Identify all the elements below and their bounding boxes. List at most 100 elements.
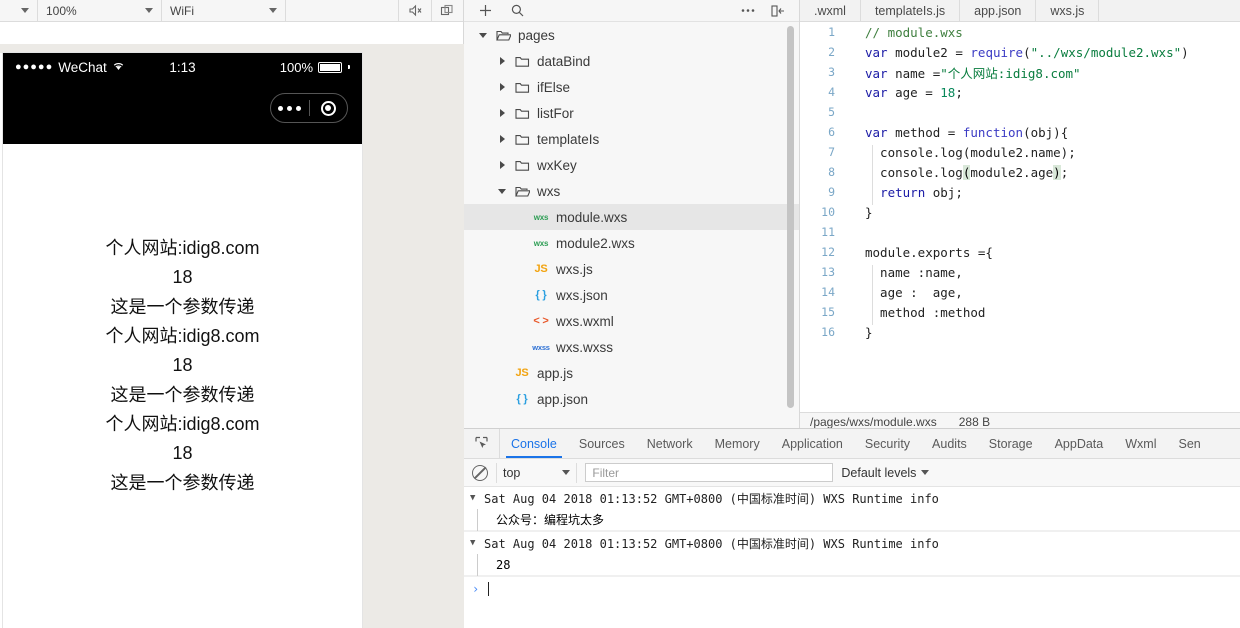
code-text: var name ="个人网站:idig8.com" <box>845 63 1081 82</box>
tree-folder-row[interactable]: listFor <box>464 100 799 126</box>
wxss-file-icon: wxss <box>532 342 550 352</box>
editor-tab[interactable]: wxs.js <box>1036 0 1100 21</box>
devtools-tab[interactable]: Sources <box>568 429 636 458</box>
code-token: } <box>865 204 873 220</box>
ellipsis-icon[interactable] <box>737 1 759 21</box>
prompt-symbol: › <box>472 582 480 596</box>
console-message-text: Sat Aug 04 2018 01:13:52 GMT+0800 (中国标准时… <box>484 491 939 506</box>
tree-node-label: wxs <box>537 183 561 199</box>
tree-toggle[interactable] <box>495 161 509 169</box>
tree-folder-row[interactable]: wxs <box>464 178 799 204</box>
indent-guide <box>872 184 873 205</box>
tree-folder-row[interactable]: pages <box>464 22 799 48</box>
tree-folder-row[interactable]: templateIs <box>464 126 799 152</box>
windows-icon[interactable] <box>431 0 463 22</box>
tree-toggle[interactable] <box>476 32 490 38</box>
console-context-select[interactable]: top <box>496 462 578 483</box>
tree-file-row[interactable]: JS app.js <box>464 360 799 386</box>
tree-file-row[interactable]: wxs module.wxs <box>464 204 799 230</box>
console-output[interactable]: ▼ Sat Aug 04 2018 01:13:52 GMT+0800 (中国标准… <box>464 487 1240 628</box>
tree-node-label: wxs.js <box>556 261 593 277</box>
devtools-tab[interactable]: Storage <box>978 429 1044 458</box>
tree-node-label: ifElse <box>537 79 571 95</box>
tree-file-row[interactable]: wxss wxs.wxss <box>464 334 799 360</box>
inspect-element-icon[interactable] <box>464 429 500 458</box>
console-message-body: 28 <box>464 553 1240 576</box>
tree-folder-row[interactable]: dataBind <box>464 48 799 74</box>
target-circle-icon[interactable] <box>310 100 348 116</box>
console-message-header[interactable]: ▼ Sat Aug 04 2018 01:13:52 GMT+0800 (中国标准… <box>464 487 1240 509</box>
code-token: var <box>865 44 896 60</box>
console-filter-input[interactable]: Filter <box>585 463 834 482</box>
editor-tab[interactable]: app.json <box>960 0 1037 21</box>
code-text: method :method <box>845 304 985 325</box>
device-select[interactable] <box>0 0 38 22</box>
code-line: 12 module.exports ={ <box>800 242 1240 262</box>
wxs-file-icon: wxs <box>533 212 549 222</box>
code-text: } <box>845 325 873 340</box>
console-group-bar <box>477 553 478 576</box>
code-line: 2 var module2 = require("../wxs/module2.w… <box>800 42 1240 62</box>
line-number: 3 <box>828 65 835 79</box>
devtools-tab[interactable]: Console <box>500 429 568 458</box>
plus-icon[interactable] <box>474 1 496 21</box>
wechat-capsule[interactable] <box>270 93 348 123</box>
battery-tip <box>348 65 350 69</box>
code-text: age : age, <box>845 284 963 305</box>
tree-file-row[interactable]: < > wxs.wxml <box>464 308 799 334</box>
devtools-tab-bar: Console Sources Network Memory Application Se… <box>464 429 1240 459</box>
folder-icon <box>509 107 535 120</box>
editor-tab[interactable]: .wxml <box>800 0 861 21</box>
tree-folder-row[interactable]: wxKey <box>464 152 799 178</box>
devtools-tab[interactable]: Audits <box>921 429 978 458</box>
console-levels-select[interactable]: Default levels <box>841 465 930 480</box>
console-levels-value: Default levels <box>841 465 917 480</box>
code-token: module2 <box>895 44 956 60</box>
console-message-header[interactable]: ▼ Sat Aug 04 2018 01:13:52 GMT+0800 (中国标准… <box>464 532 1240 554</box>
tree-toggle[interactable] <box>495 135 509 143</box>
simulator-toolbar: 100% WiFi <box>0 0 463 22</box>
code-token: "../wxs/module2.wxs" <box>1030 44 1182 60</box>
simulator-backdrop-right <box>362 53 464 628</box>
tree-file-row[interactable]: wxs module2.wxs <box>464 230 799 256</box>
disclosure-triangle-icon[interactable]: ▼ <box>470 538 484 548</box>
disclosure-triangle-icon[interactable]: ▼ <box>470 493 484 503</box>
tree-node-label: app.js <box>537 365 574 381</box>
tree-folder-row[interactable]: ifElse <box>464 74 799 100</box>
tree-toggle[interactable] <box>495 83 509 91</box>
file-tree-scrollbar[interactable] <box>787 26 794 408</box>
tree-node-label: wxs.wxml <box>556 313 614 329</box>
speaker-mute-icon[interactable] <box>399 0 431 22</box>
more-dots-icon[interactable] <box>271 105 309 111</box>
devtools-tab[interactable]: Security <box>854 429 921 458</box>
editor-tab[interactable]: templateIs.js <box>860 0 961 21</box>
chevron-right-icon <box>499 83 505 91</box>
tree-file-row[interactable]: { } app.json <box>464 386 799 412</box>
line-number: 15 <box>821 305 835 319</box>
code-editor[interactable]: 1 // module.wxs 2 var module2 = require("..… <box>800 22 1240 412</box>
tree-file-row[interactable]: JS wxs.js <box>464 256 799 282</box>
devtools-tab[interactable]: Sen <box>1167 429 1211 458</box>
tree-toggle[interactable] <box>495 188 509 194</box>
console-body-text: 公众号：编程坑太多 <box>496 513 605 527</box>
tree-toggle[interactable] <box>495 57 509 65</box>
clear-console-icon[interactable] <box>472 464 488 481</box>
tree-file-row[interactable]: { } wxs.json <box>464 282 799 308</box>
collapse-panel-icon[interactable] <box>767 1 789 21</box>
tree-toggle[interactable] <box>495 109 509 117</box>
console-input-prompt[interactable]: › <box>464 577 1240 601</box>
devtools-tab[interactable]: Network <box>636 429 704 458</box>
search-icon[interactable] <box>506 1 528 21</box>
network-select[interactable]: WiFi <box>162 0 286 22</box>
devtools-tab[interactable]: AppData <box>1044 429 1115 458</box>
devtools-tab[interactable]: Memory <box>704 429 771 458</box>
code-token: ) <box>1053 164 1061 180</box>
code-text: var method = function(obj){ <box>845 125 1068 140</box>
wxml-file-icon: < > <box>533 315 549 327</box>
wxs-file-icon: wxs <box>533 238 549 248</box>
devtools-tab[interactable]: Wxml <box>1114 429 1167 458</box>
editor-tab-bar: .wxml templateIs.js app.json wxs.js <box>800 0 1240 22</box>
devtools-tab[interactable]: Application <box>771 429 854 458</box>
zoom-select[interactable]: 100% <box>38 0 162 22</box>
phone-frame: ●●●●● WeChat 1:13 100% 个人网站:idig8.com 18… <box>3 53 362 628</box>
